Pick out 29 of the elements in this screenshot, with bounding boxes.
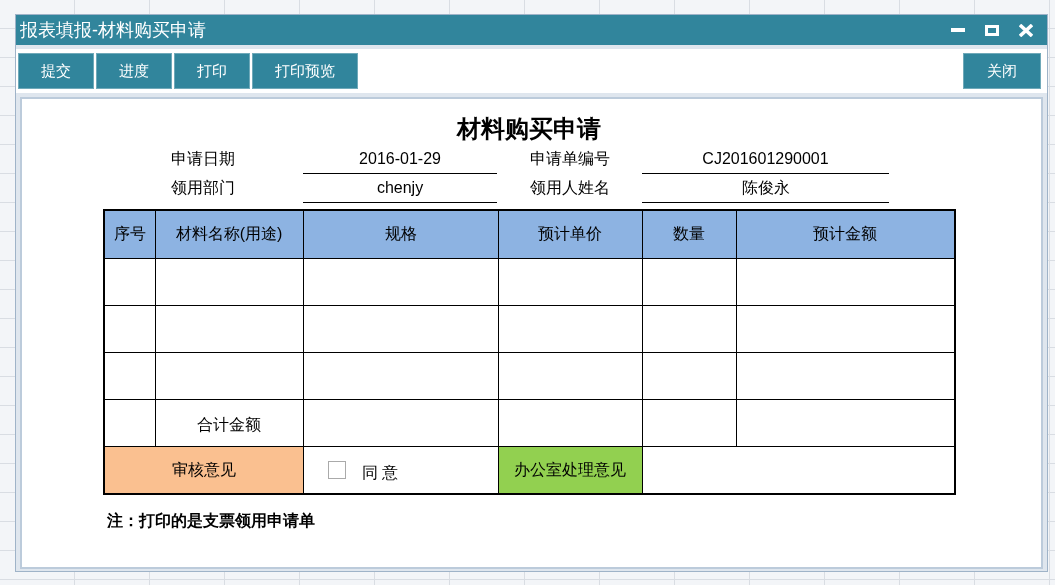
minimize-icon[interactable] [951,27,965,33]
note-text: 注：打印的是支票领用申请单 [107,511,316,531]
field-label: 申请单编号 [528,149,611,169]
close-icon[interactable] [1019,23,1033,37]
field-value: chenjy [303,174,497,203]
review-label: 审核意见 [104,446,303,494]
toolbar-button[interactable]: 打印 [174,53,250,89]
column-header: 序号 [104,210,155,258]
field-value: CJ201601290001 [642,145,889,174]
total-label: 合计金额 [155,399,303,446]
field-label: 申请日期 [170,149,236,169]
close-button[interactable]: 关闭 [963,53,1041,89]
field-value: 陈俊永 [642,174,889,203]
column-header: 材料名称(用途) [155,210,303,258]
checkbox-label: 同 意 [361,462,398,483]
maximize-icon[interactable] [985,24,999,36]
office-label: 办公室处理意见 [498,446,642,494]
column-header: 数量 [642,210,736,258]
field-label: 领用部门 [170,178,236,198]
toolbar-button[interactable]: 提交 [18,53,94,89]
agree-checkbox[interactable] [327,460,346,479]
column-header: 规格 [303,210,498,258]
column-header: 预计单价 [498,210,642,258]
toolbar-button[interactable]: 打印预览 [252,53,358,89]
field-label: 领用人姓名 [528,178,611,198]
form-title: 材料购买申请 [455,114,602,144]
window-title: 报表填报-材料购买申请 [20,18,206,42]
field-value: 2016-01-29 [303,145,497,174]
toolbar-button[interactable]: 进度 [96,53,172,89]
